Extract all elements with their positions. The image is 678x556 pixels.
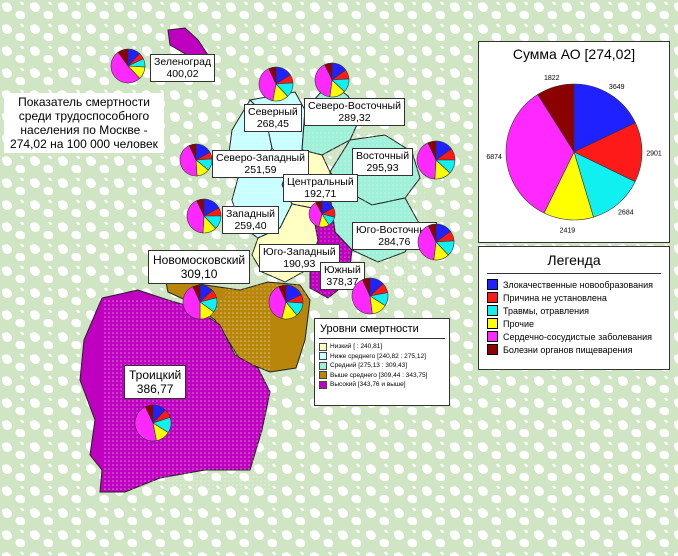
level-swatch bbox=[319, 342, 327, 351]
level-label: Средний [275,13 : 309,43] bbox=[330, 362, 408, 370]
district-name: Северный bbox=[248, 106, 298, 118]
district-pie bbox=[351, 277, 389, 315]
district-pie bbox=[308, 200, 336, 228]
district-pie bbox=[186, 198, 222, 234]
legend-swatch bbox=[487, 331, 498, 342]
levels-title: Уровни смертности bbox=[320, 323, 419, 335]
level-item: Ниже среднего [240,82 : 275,12] bbox=[315, 352, 449, 362]
total-pie-label: 1822 bbox=[544, 75, 560, 82]
legend-item: Злокачественные новообразования bbox=[479, 278, 669, 291]
district-name: Западный bbox=[226, 208, 276, 220]
label-zelenograd: Зеленоград 400,02 bbox=[150, 54, 216, 82]
level-label: Выше среднего [309,44 : 343,75] bbox=[330, 371, 428, 379]
district-pie bbox=[258, 66, 294, 102]
label-north: Северный 268,45 bbox=[244, 104, 302, 132]
district-pie bbox=[314, 62, 350, 98]
level-label: Ниже среднего [240,82 : 275,12] bbox=[330, 352, 426, 360]
levels-panel: Уровни смертности Низкий [ : 240,81] Ниже… bbox=[314, 318, 450, 406]
level-item: Высокий [343,76 и выше] bbox=[315, 380, 449, 390]
district-name: Юго-Западный bbox=[263, 246, 336, 258]
total-pie-label: 6874 bbox=[486, 154, 502, 161]
district-value: 259,40 bbox=[234, 220, 267, 232]
label-novomoskovsky: Новомосковский 309,10 bbox=[148, 250, 251, 284]
total-pie-label: 2901 bbox=[646, 150, 662, 157]
label-east: Восточный 295,93 bbox=[352, 148, 414, 176]
label-troitsky: Троицкий 386,77 bbox=[124, 365, 187, 399]
district-value: 309,10 bbox=[180, 267, 218, 281]
district-value: 295,93 bbox=[366, 162, 399, 174]
level-item: Низкий [ : 240,81] bbox=[315, 342, 449, 352]
total-panel-title: Сумма АО [274,02] bbox=[512, 46, 636, 62]
total-panel: Сумма АО [274,02] 3649 2901 2684 2419 6874 18… bbox=[478, 41, 670, 243]
levels-divider bbox=[319, 338, 445, 339]
legend-swatch bbox=[487, 344, 498, 355]
level-item: Средний [275,13 : 309,43] bbox=[315, 361, 449, 371]
legend-label: Причина не установлена bbox=[503, 292, 607, 303]
legend-title: Легенда bbox=[547, 252, 601, 268]
district-name: Северо-Западный bbox=[216, 152, 305, 164]
district-pie bbox=[268, 284, 304, 320]
total-pie-label: 3649 bbox=[609, 84, 625, 91]
district-value: 386,77 bbox=[136, 382, 174, 396]
legend-swatch bbox=[487, 292, 498, 303]
district-name: Северо-Восточный bbox=[308, 100, 401, 112]
legend-label: Болезни органов пищеварения bbox=[503, 344, 633, 355]
legend-label: Травмы, отравления bbox=[503, 305, 589, 316]
district-pie bbox=[417, 223, 455, 261]
legend-item: Травмы, отравления bbox=[479, 304, 669, 317]
legend-item: Сердечно-сосудистые заболевания bbox=[479, 330, 669, 343]
map-title: Показатель смертности среди трудоспособн… bbox=[4, 93, 164, 153]
label-west: Западный 259,40 bbox=[222, 206, 280, 234]
legend-swatch bbox=[487, 318, 498, 329]
level-item: Выше среднего [309,44 : 343,75] bbox=[315, 371, 449, 381]
district-pie bbox=[110, 48, 146, 84]
label-central: Центральный 192,71 bbox=[283, 174, 358, 202]
level-label: Высокий [343,76 и выше] bbox=[330, 381, 406, 389]
total-pie-label: 2684 bbox=[618, 209, 634, 216]
district-pie bbox=[134, 404, 172, 442]
levels-list: Низкий [ : 240,81] Ниже среднего [240,82 … bbox=[315, 342, 449, 390]
legend-panel: Легенда Злокачественные новообразования П… bbox=[478, 246, 670, 370]
map-canvas: Показатель смертности среди трудоспособн… bbox=[0, 0, 678, 556]
legend-divider bbox=[487, 273, 661, 274]
legend-list: Злокачественные новообразования Причина н… bbox=[479, 278, 669, 356]
district-value: 289,32 bbox=[338, 112, 371, 124]
legend-item: Прочие bbox=[479, 317, 669, 330]
legend-swatch bbox=[487, 305, 498, 316]
district-pie bbox=[416, 140, 456, 180]
district-pie bbox=[182, 284, 218, 320]
district-name: Центральный bbox=[287, 176, 354, 188]
district-pie bbox=[179, 143, 213, 177]
level-label: Низкий [ : 240,81] bbox=[330, 343, 383, 351]
label-north-east: Северо-Восточный 289,32 bbox=[304, 98, 405, 126]
legend-label: Злокачественные новообразования bbox=[503, 279, 653, 290]
district-name: Новомосковский bbox=[153, 253, 246, 267]
level-swatch bbox=[319, 352, 327, 361]
district-name: Южный bbox=[324, 264, 361, 276]
district-value: 400,02 bbox=[166, 68, 199, 80]
level-swatch bbox=[319, 380, 327, 389]
district-name: Троицкий bbox=[129, 368, 182, 382]
total-pie-chart: 3649 2901 2684 2419 6874 1822 bbox=[486, 75, 662, 235]
district-name: Восточный bbox=[356, 150, 410, 162]
legend-label: Сердечно-сосудистые заболевания bbox=[503, 331, 653, 342]
legend-label: Прочие bbox=[503, 318, 535, 329]
total-pie-label: 2419 bbox=[560, 228, 576, 235]
district-value: 268,45 bbox=[256, 118, 289, 130]
legend-swatch bbox=[487, 279, 498, 290]
level-swatch bbox=[319, 371, 327, 380]
district-name: Зеленоград bbox=[154, 56, 212, 68]
level-swatch bbox=[319, 361, 327, 370]
legend-item: Болезни органов пищеварения bbox=[479, 343, 669, 356]
legend-item: Причина не установлена bbox=[479, 291, 669, 304]
